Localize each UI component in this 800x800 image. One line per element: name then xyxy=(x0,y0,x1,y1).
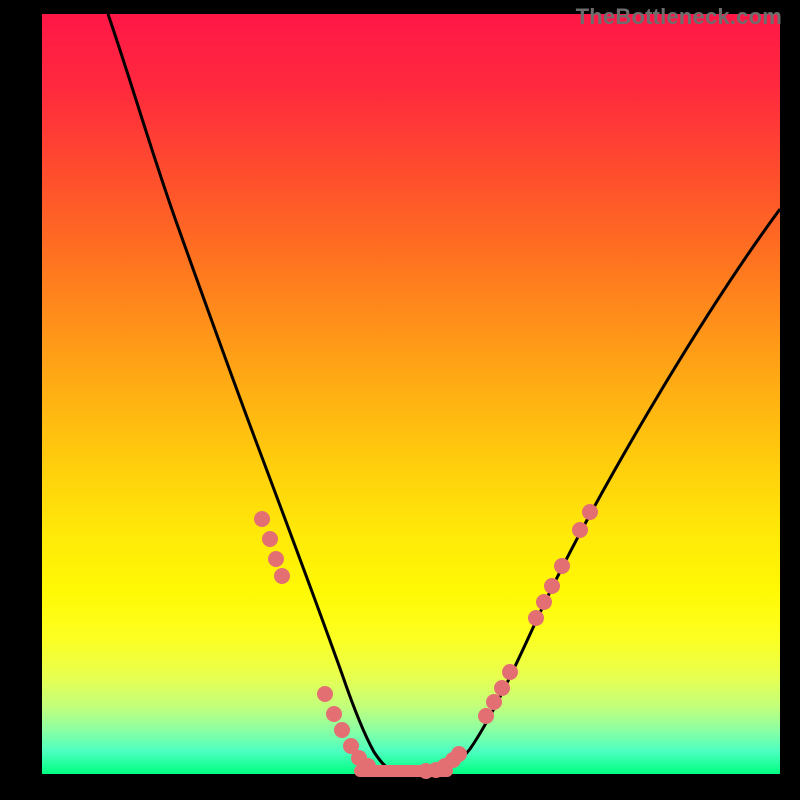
marker-dot xyxy=(268,551,284,567)
marker-dot xyxy=(582,504,598,520)
marker-dot xyxy=(536,594,552,610)
marker-dot xyxy=(528,610,544,626)
marker-dot xyxy=(451,746,467,762)
marker-dot xyxy=(494,680,510,696)
marker-dot xyxy=(317,686,333,702)
chart-stage: TheBottleneck.com xyxy=(0,0,800,800)
marker-dot xyxy=(360,758,376,774)
chart-svg xyxy=(42,14,780,774)
marker-dot xyxy=(326,706,342,722)
marker-dot xyxy=(254,511,270,527)
marker-dot xyxy=(502,664,518,680)
marker-dot xyxy=(478,708,494,724)
plot-area xyxy=(42,14,780,774)
marker-dot xyxy=(554,558,570,574)
bottleneck-curve xyxy=(108,14,780,771)
marker-dot xyxy=(544,578,560,594)
marker-dot xyxy=(262,531,278,547)
marker-dot xyxy=(572,522,588,538)
marker-dot xyxy=(274,568,290,584)
marker-dot xyxy=(486,694,502,710)
watermark-text: TheBottleneck.com xyxy=(576,4,782,30)
marker-group xyxy=(254,504,598,779)
marker-dot xyxy=(334,722,350,738)
